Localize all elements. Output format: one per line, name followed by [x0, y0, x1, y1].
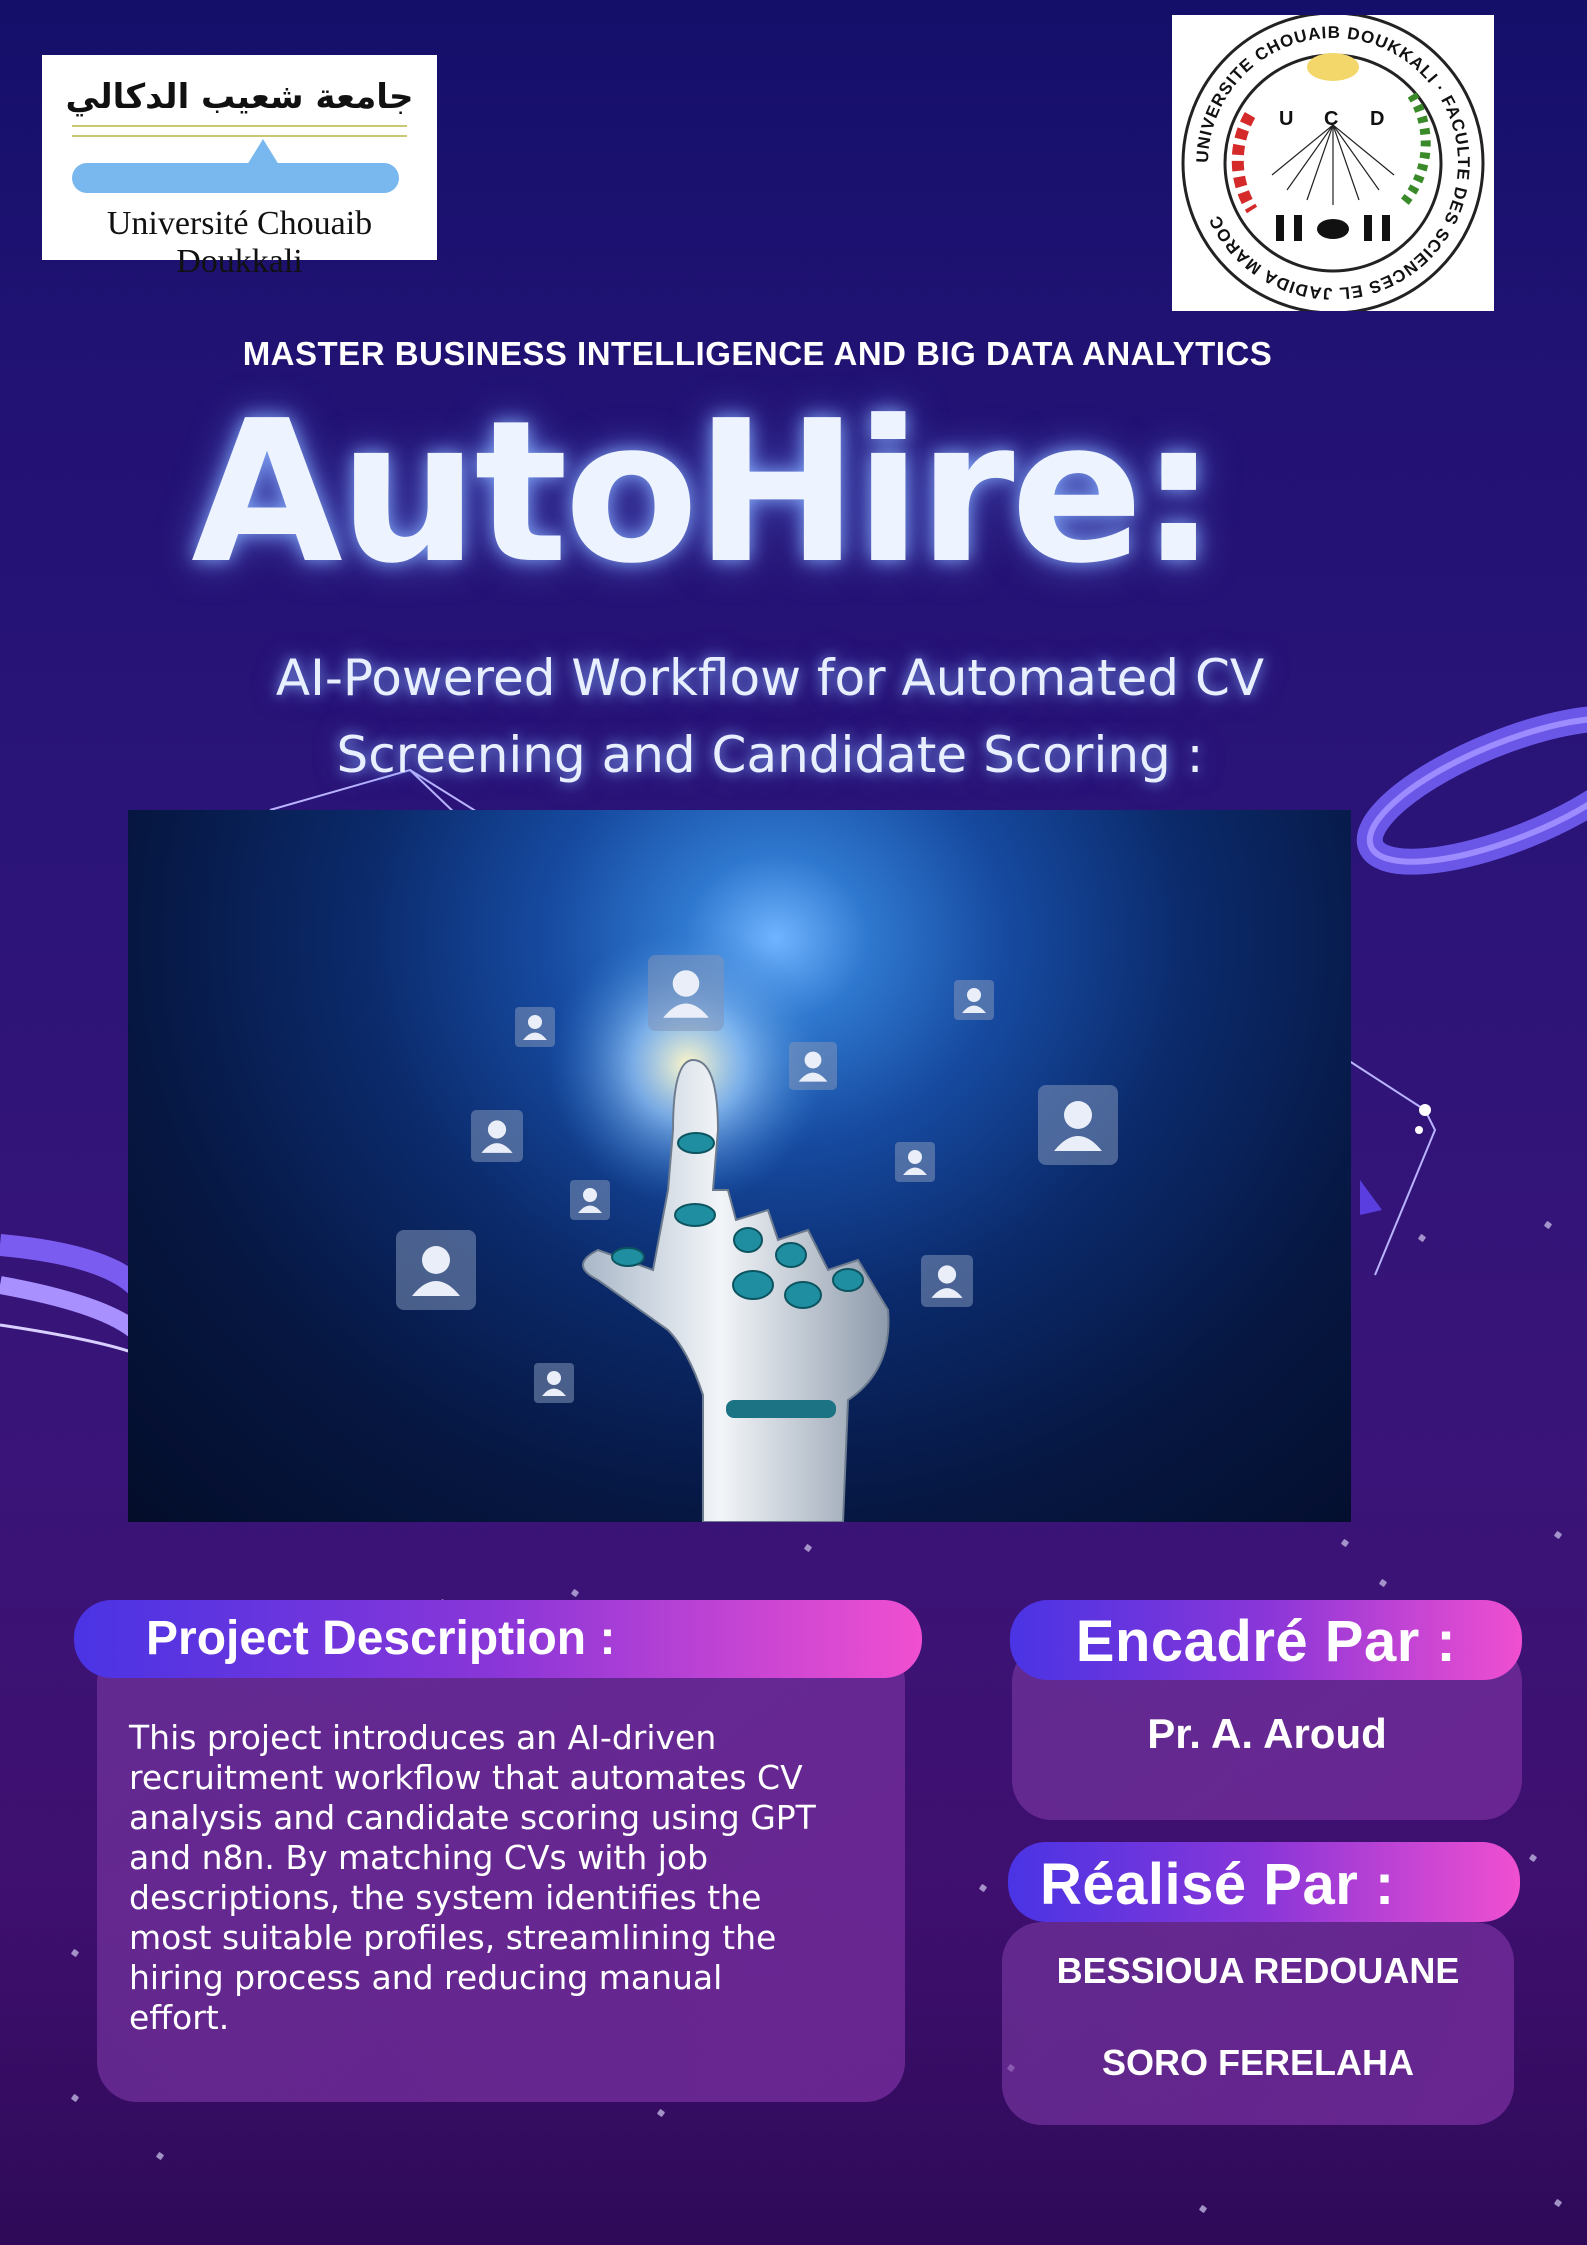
logo-underline [72, 135, 407, 137]
person-profile-icon [515, 1007, 555, 1047]
sparkle [1553, 2198, 1563, 2208]
project-description-heading: Project Description : [74, 1600, 922, 1678]
supervisor-name: Pr. A. Aroud [1147, 1710, 1387, 1757]
person-profile-icon [534, 1363, 574, 1403]
robot-hand-icon [396, 925, 1118, 1522]
author-name: BESSIOUA REDOUANE [1056, 1950, 1460, 1991]
description-line: This project introduces an AI-driven [129, 1718, 717, 1757]
logo-triangle [247, 139, 279, 165]
sparkle [1378, 1578, 1388, 1588]
person-profile-icon [396, 1230, 476, 1310]
description-line: descriptions, the system identifies the [129, 1878, 762, 1917]
author-name: SORO FERELAHA [1101, 2042, 1414, 2083]
subtitle-line-1: AI-Powered Workflow for Automated CV [275, 649, 1265, 707]
supervisor-heading: Encadré Par : [1010, 1600, 1522, 1680]
poster-title: AutoHire: [191, 379, 1218, 607]
hero-image [128, 810, 1351, 1522]
sparkle [803, 1543, 813, 1553]
description-line: and n8n. By matching CVs with job [129, 1838, 709, 1877]
logo-latin-text: Université Chouaib Doukkali [106, 205, 373, 280]
sparkle [978, 1883, 988, 1893]
decorative-ring-left [0, 1234, 140, 1357]
sparkle [1528, 1853, 1538, 1863]
sparkle [70, 2093, 80, 2103]
description-line: analysis and candidate scoring using GPT [129, 1798, 816, 1837]
subtitle-line-2: Screening and Candidate Scoring : [336, 726, 1204, 784]
university-logo-left: جامعة شعيب الدكالي Université Chouaib Do… [42, 55, 437, 280]
person-profile-icon [570, 1180, 610, 1220]
person-profile-icon [895, 1142, 935, 1182]
logo-underline [72, 125, 407, 127]
faculty-seal-logo: UNIVERSITE CHOUAIB DOUKKALI · FACULTE DE… [1172, 11, 1494, 315]
description-line: hiring process and reducing manual [129, 1958, 723, 1997]
authors-heading: Réalisé Par : [1008, 1842, 1520, 1922]
authors-panel: BESSIOUA REDOUANE SORO FERELAHA [1002, 1922, 1514, 2125]
sparkle [1198, 2204, 1208, 2214]
faculty-seal-icon: UNIVERSITE CHOUAIB DOUKKALI · FACULTE DE… [1181, 11, 1485, 315]
person-profile-icon [921, 1255, 973, 1307]
sparkle [1553, 1530, 1563, 1540]
sparkle [155, 2151, 165, 2161]
description-line: effort. [129, 1998, 230, 2037]
description-line: recruitment workflow that automates CV [129, 1758, 803, 1797]
sparkle [1340, 1538, 1350, 1548]
svg-text:D: D [1370, 108, 1384, 130]
person-profile-icon [1038, 1085, 1118, 1165]
person-profile-icon [954, 980, 994, 1020]
person-profile-icon [471, 1110, 523, 1162]
program-title: MASTER BUSINESS INTELLIGENCE AND BIG DAT… [242, 335, 1273, 372]
sparkle [656, 2108, 666, 2118]
sparkle [570, 1588, 580, 1598]
decorative-constellation-right [1340, 1054, 1437, 1276]
project-description-panel: This project introduces an AI-driven rec… [97, 1642, 905, 2102]
logo-arabic-text: جامعة شعيب الدكالي [65, 77, 414, 117]
poster-subtitle: AI-Powered Workflow for Automated CV Scr… [140, 640, 1400, 794]
logo-bar [72, 163, 399, 193]
description-line: most suitable profiles, streamlining the [129, 1918, 777, 1957]
svg-text:U: U [1279, 108, 1293, 130]
person-profile-icon [648, 955, 724, 1031]
person-profile-icon [789, 1042, 837, 1090]
sparkle [70, 1948, 80, 1958]
sparkle [1543, 1220, 1553, 1230]
svg-text:C: C [1324, 108, 1338, 130]
